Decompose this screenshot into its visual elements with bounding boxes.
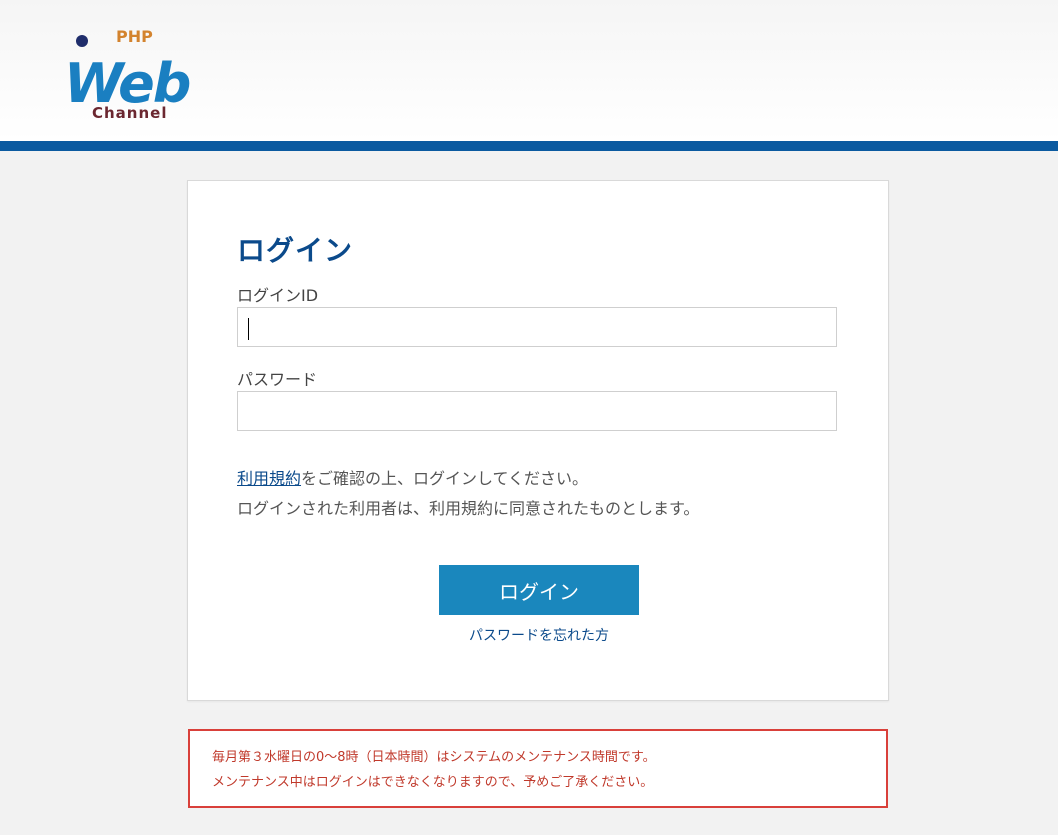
maintenance-line-1: 毎月第３水曜日の0～8時（日本時間）はシステムのメンテナンス時間です。 (212, 750, 656, 765)
php-web-channel-logo[interactable]: PHP Web Channel (60, 18, 210, 128)
maintenance-notice: 毎月第３水曜日の0～8時（日本時間）はシステムのメンテナンス時間です。 メンテナ… (188, 729, 888, 808)
forgot-password-link[interactable]: パスワードを忘れた方 (439, 625, 639, 645)
svg-text:PHP: PHP (116, 27, 153, 46)
header-accent-bar (0, 141, 1058, 151)
login-id-input[interactable] (237, 307, 837, 347)
site-header: PHP Web Channel (0, 0, 1058, 141)
text-cursor (248, 318, 249, 340)
svg-text:Channel: Channel (92, 104, 167, 122)
password-input[interactable] (237, 391, 837, 431)
terms-link[interactable]: 利用規約 (237, 469, 301, 488)
login-button[interactable]: ログイン (439, 565, 639, 615)
logo-graphic: PHP Web Channel (64, 27, 192, 122)
login-card: ログイン ログインID パスワード 利用規約をご確認の上、ログインしてください。… (187, 180, 889, 701)
login-id-label: ログインID (237, 286, 319, 305)
password-label: パスワード (237, 370, 318, 389)
terms-notice-line-2: ログインされた利用者は、利用規約に同意されたものとします。 (237, 499, 700, 518)
maintenance-line-2: メンテナンス中はログインはできなくなりますので、予めご了承ください。 (212, 775, 654, 790)
terms-notice-line-1: 利用規約をご確認の上、ログインしてください。 (237, 465, 588, 489)
terms-notice-text: をご確認の上、ログインしてください。 (301, 469, 589, 488)
login-title: ログイン (237, 234, 354, 267)
